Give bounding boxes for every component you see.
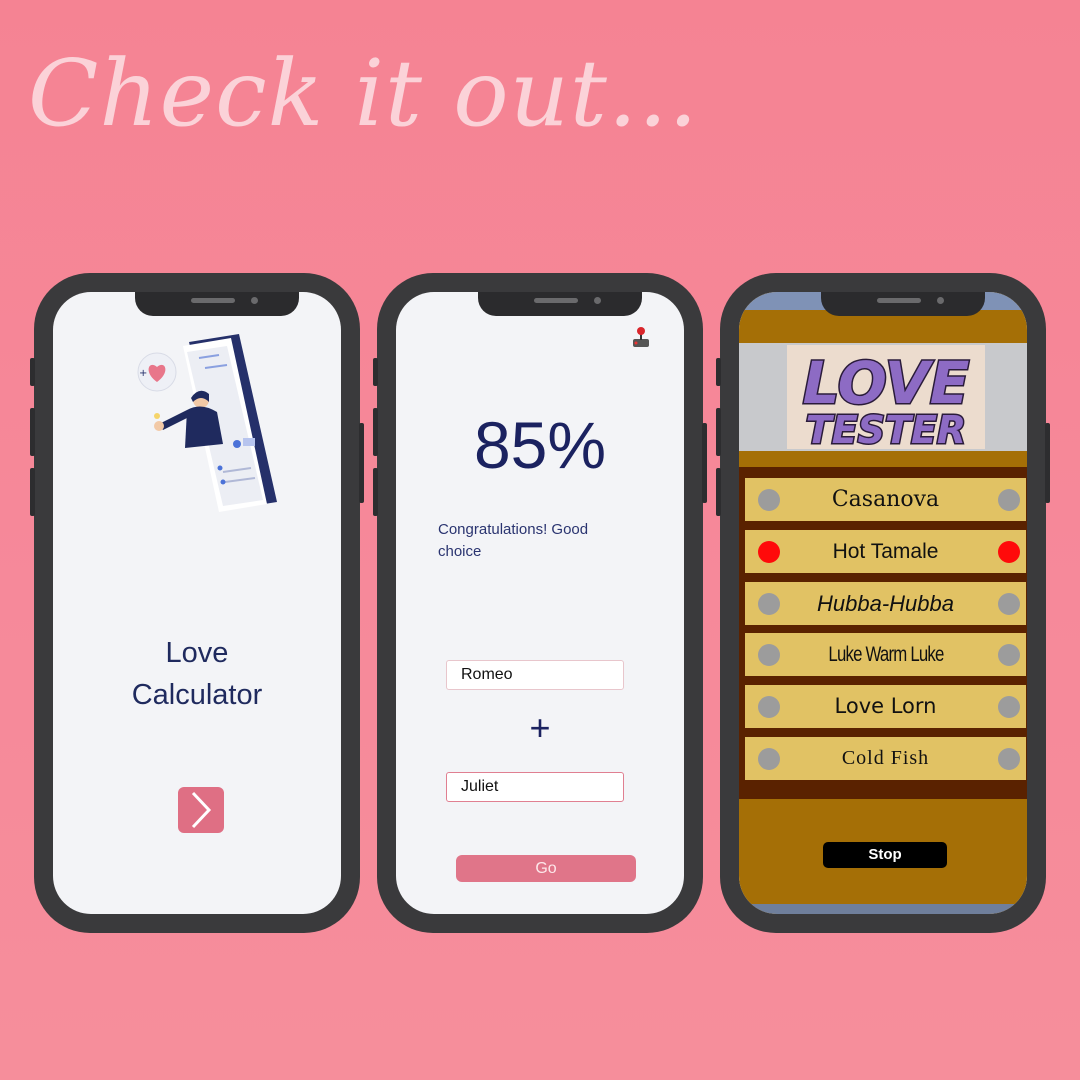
phone-side-button: [30, 468, 35, 516]
app-title-line2: Calculator: [131, 679, 263, 711]
phone-notch: [135, 292, 299, 316]
level-label: Cold Fish: [841, 747, 930, 769]
level-label: Hubba-Hubba: [817, 591, 954, 616]
phone-love-tester: LOVE TESTER Casanova Hot Tamale Hubba-Hu…: [716, 273, 1050, 933]
love-tester-logo-art: LOVE TESTER: [801, 348, 971, 454]
headline: Check it out...: [28, 40, 699, 147]
level-lamp-icon: [758, 541, 780, 563]
level-row-love-lorn: Love Lorn: [745, 685, 1026, 728]
go-button[interactable]: Go: [456, 855, 636, 882]
level-lamp-icon: [998, 748, 1020, 770]
joystick-icon[interactable]: [632, 326, 650, 348]
logo-line2: TESTER: [806, 408, 966, 449]
level-lamp-icon: [998, 644, 1020, 666]
second-name-input[interactable]: [446, 772, 624, 802]
phone-side-button: [716, 468, 721, 516]
phone-side-button: [1045, 423, 1050, 503]
level-lamp-icon: [998, 593, 1020, 615]
phone-side-button: [702, 423, 707, 503]
level-lamp-icon: [758, 748, 780, 770]
first-name-input[interactable]: [446, 660, 624, 690]
phone-screen: 85% Congratulations! Good choice + Go: [396, 292, 684, 914]
next-button[interactable]: [178, 787, 224, 833]
level-label: Hot Tamale: [832, 540, 939, 563]
level-lamp-icon: [998, 541, 1020, 563]
phone-love-calculator-result: 85% Congratulations! Good choice + Go: [373, 273, 707, 933]
result-message: Congratulations! Good choice: [438, 521, 589, 560]
plus-sign: +: [529, 707, 551, 748]
level-lamp-icon: [758, 489, 780, 511]
phone-side-button: [30, 358, 35, 386]
level-row-luke-warm-luke: Luke Warm Luke: [745, 633, 1026, 676]
phone-notch: [821, 292, 985, 316]
phone-love-calculator-intro: + Love Calculator: [30, 273, 364, 933]
phone-screen: LOVE TESTER Casanova Hot Tamale Hubba-Hu…: [739, 292, 1027, 914]
level-lamp-icon: [758, 696, 780, 718]
logo-line1: LOVE: [803, 349, 970, 417]
phone-side-button: [373, 408, 378, 456]
level-row-hubba-hubba: Hubba-Hubba: [745, 582, 1026, 625]
phone-side-button: [359, 423, 364, 503]
phone-side-button: [373, 468, 378, 516]
phone-screen: + Love Calculator: [53, 292, 341, 914]
level-lamp-icon: [758, 644, 780, 666]
level-lamp-icon: [998, 696, 1020, 718]
level-label: Luke Warm Luke: [827, 643, 944, 666]
phone-side-button: [30, 408, 35, 456]
love-chat-illustration: +: [137, 334, 277, 512]
level-row-cold-fish: Cold Fish: [745, 737, 1026, 780]
phone-side-button: [716, 408, 721, 456]
level-row-hot-tamale: Hot Tamale: [745, 530, 1026, 573]
phone-side-button: [373, 358, 378, 386]
level-label: Casanova: [831, 487, 940, 512]
app-title-line1: Love: [165, 637, 229, 669]
level-lamp-icon: [998, 489, 1020, 511]
chevron-right-icon: [191, 791, 212, 829]
level-lamp-icon: [758, 593, 780, 615]
level-label: Love Lorn: [834, 694, 937, 718]
phone-notch: [478, 292, 642, 316]
love-percentage: 85%: [473, 408, 607, 482]
svg-text:+: +: [139, 368, 147, 379]
love-tester-logo: LOVE TESTER: [787, 345, 985, 454]
level-row-casanova: Casanova: [745, 478, 1026, 521]
stop-button[interactable]: Stop: [823, 842, 947, 868]
tester-bottom-strip: [739, 904, 1027, 914]
phone-side-button: [716, 358, 721, 386]
